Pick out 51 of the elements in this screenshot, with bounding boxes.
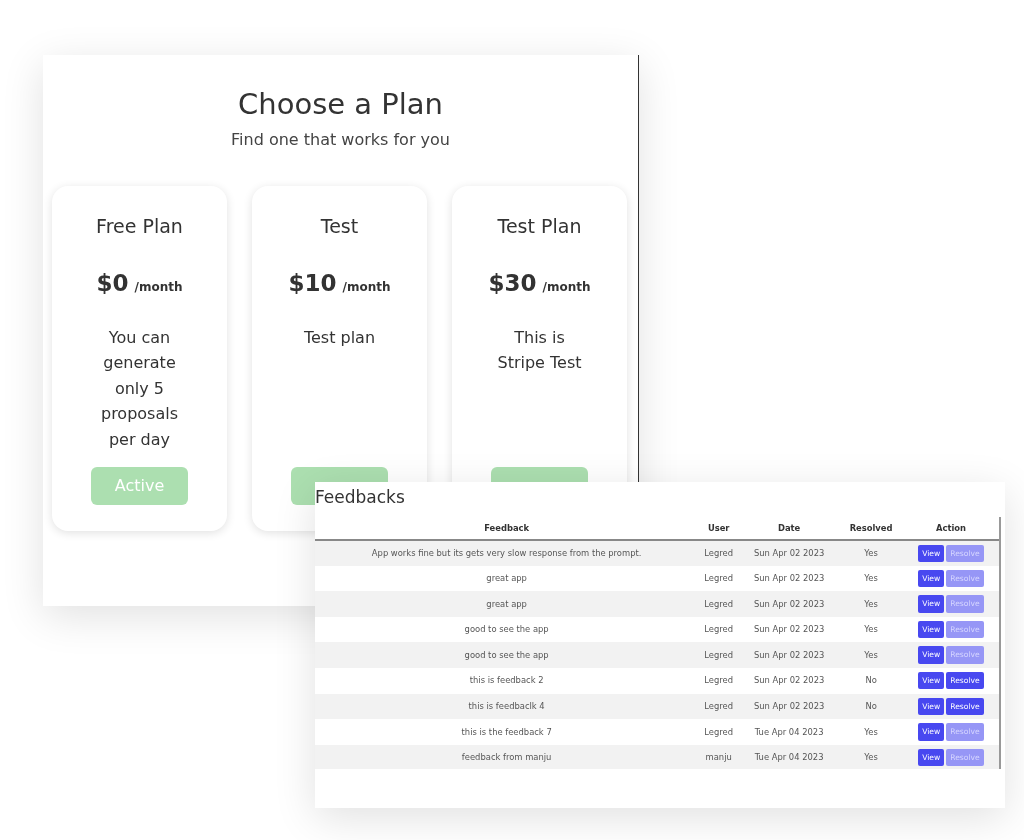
price-period: /month <box>342 279 391 297</box>
table-cell: Tue Apr 04 2023 <box>739 719 840 745</box>
table-cell: Legred <box>698 642 740 668</box>
table-cell: Yes <box>839 616 903 643</box>
plan-price: $10 <box>288 269 337 299</box>
plan-description: This is Stripe Test <box>496 326 583 375</box>
table-cell: Sun Apr 02 2023 <box>739 667 840 694</box>
table-cell: this is feedback 2 <box>315 667 699 694</box>
table-cell: this is the feedback 7 <box>315 719 699 745</box>
table-cell: this is feedbaclk 4 <box>315 693 699 720</box>
table-cell: Sun Apr 02 2023 <box>739 616 840 643</box>
table-cell: great app <box>315 591 699 617</box>
table-cell: Yes <box>839 540 903 566</box>
plan-price: $0 <box>96 269 129 299</box>
table-cell: Sun Apr 02 2023 <box>739 565 840 592</box>
table-cell: Sun Apr 02 2023 <box>739 693 840 720</box>
table-cell: Legred <box>698 693 740 720</box>
table-cell: Legred <box>698 667 740 694</box>
price-period: /month <box>134 279 183 297</box>
table-cell: good to see the app <box>315 616 699 643</box>
plan-description: You can generate only 5 proposals per day <box>99 326 179 451</box>
plan-name: Free Plan <box>96 213 183 239</box>
table-cell: feedback from manju <box>315 744 699 769</box>
table-cell: Yes <box>839 591 903 617</box>
plan-description: Test plan <box>302 326 377 349</box>
table-cell: Yes <box>839 565 903 592</box>
table-cell: manju <box>698 744 740 769</box>
plan-name: Test <box>320 213 359 239</box>
table-cell: No <box>839 667 903 694</box>
panel-title: Feedbacks <box>315 489 406 506</box>
table-cell: Yes <box>839 719 903 745</box>
plan-name: Test Plan <box>497 213 582 239</box>
page-title: Choose a Plan <box>237 87 444 122</box>
table-cell: No <box>839 693 903 720</box>
table-cell: Legred <box>698 616 740 643</box>
table-cell: Sun Apr 02 2023 <box>739 642 840 668</box>
table-cell: Legred <box>698 591 740 617</box>
table-cell: Tue Apr 04 2023 <box>739 744 840 769</box>
table-cell: great app <box>315 565 699 592</box>
table-cell: Yes <box>839 744 903 769</box>
page-subtitle: Find one that works for you <box>230 128 451 151</box>
price-period: /month <box>542 279 591 297</box>
table-cell: Yes <box>839 642 903 668</box>
table-cell: Legred <box>698 565 740 592</box>
table-cell: Sun Apr 02 2023 <box>739 591 840 617</box>
table-cell: Sun Apr 02 2023 <box>739 540 840 566</box>
table-cell: good to see the app <box>315 642 699 668</box>
table-cell: Legred <box>698 540 740 566</box>
table-cell: Legred <box>698 719 740 745</box>
plan-price: $30 <box>488 269 537 299</box>
table-cell: App works fine but its gets very slow response from the prompt. <box>315 540 699 566</box>
